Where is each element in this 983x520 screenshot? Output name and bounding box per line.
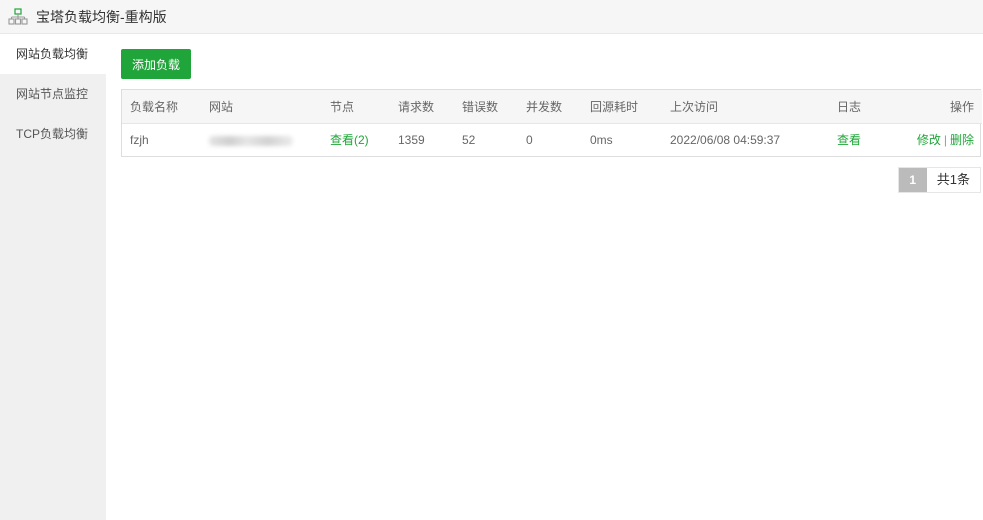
edit-link[interactable]: 修改 [917, 133, 941, 147]
header-site: 网站 [201, 90, 322, 124]
table-header-row: 负载名称 网站 节点 请求数 错误数 并发数 回源耗时 上次访问 日志 操作 [122, 90, 982, 124]
add-load-balancer-button[interactable]: 添加负载 [121, 49, 191, 79]
cell-name: fzjh [130, 132, 149, 147]
header-requests: 请求数 [390, 90, 454, 124]
cell-requests: 1359 [398, 132, 425, 147]
cell-actions: 修改 | 删除 [889, 123, 982, 156]
cell-nodes: 查看(2) [322, 123, 390, 156]
redacted-site [209, 135, 293, 146]
main-content: 添加负载 负载名称 网站 节点 请求数 错误数 并发数 回源耗时 上次访问 日志 [106, 34, 983, 520]
action-separator: | [943, 133, 947, 148]
sitemap-icon [8, 7, 28, 25]
view-log-link[interactable]: 查看 [837, 133, 861, 147]
header-log: 日志 [829, 90, 889, 124]
cell-site [201, 123, 322, 156]
cell-errors: 52 [462, 132, 476, 147]
pagination: 1 共1条 [897, 167, 981, 193]
cell-last-visit: 2022/06/08 04:59:37 [670, 132, 781, 147]
total-count: 共1条 [936, 172, 970, 187]
sidebar-item-tcp-load-balance[interactable]: TCP负载均衡 [0, 114, 106, 154]
sidebar-item-website-load-balance[interactable]: 网站负载均衡 [0, 34, 106, 74]
load-balancer-table: 负载名称 网站 节点 请求数 错误数 并发数 回源耗时 上次访问 日志 操作 f… [121, 89, 982, 157]
cell-log: 查看 [829, 123, 889, 156]
cell-latency: 0ms [590, 132, 613, 147]
table-row: fzjh 查看(2) 1359 52 0 0ms 2022/06/08 04:5… [122, 123, 982, 156]
header-nodes: 节点 [322, 90, 390, 124]
delete-link[interactable]: 删除 [950, 133, 974, 147]
page-1-button[interactable]: 1 [898, 168, 927, 192]
header-concurrency: 并发数 [518, 90, 582, 124]
header-last-visit: 上次访问 [662, 90, 829, 124]
header-errors: 错误数 [454, 90, 518, 124]
header-actions: 操作 [889, 90, 982, 124]
title-bar: 宝塔负载均衡-重构版 [0, 0, 983, 34]
header-name: 负载名称 [122, 90, 201, 124]
app-title: 宝塔负载均衡-重构版 [36, 8, 167, 25]
sidebar: 网站负载均衡 网站节点监控 TCP负载均衡 [0, 34, 106, 520]
cell-concurrency: 0 [526, 132, 533, 147]
header-latency: 回源耗时 [582, 90, 662, 124]
view-nodes-link[interactable]: 查看(2) [330, 133, 369, 147]
sidebar-item-node-monitor[interactable]: 网站节点监控 [0, 74, 106, 114]
